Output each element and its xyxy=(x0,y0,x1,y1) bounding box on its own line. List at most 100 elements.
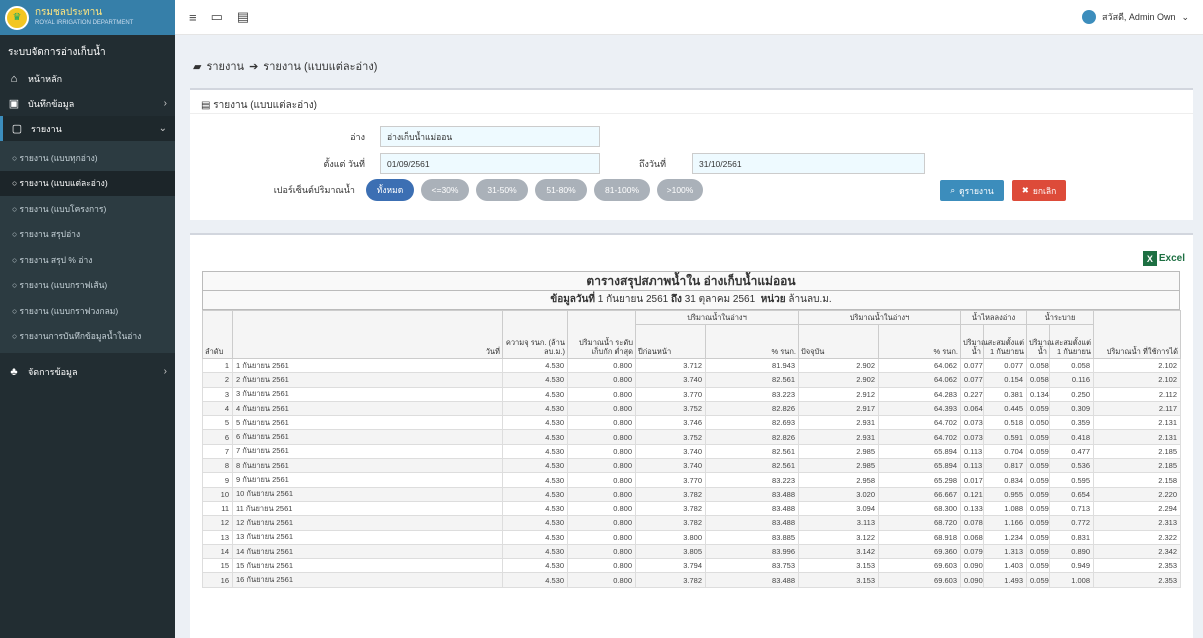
monitor-icon[interactable]: ▭ xyxy=(211,9,223,25)
table-cell: 83.488 xyxy=(705,572,799,588)
table-cell: 2.313 xyxy=(1093,515,1182,531)
table-cell: 0.800 xyxy=(567,400,636,417)
table-cell: 4.530 xyxy=(502,543,568,560)
users-icon: ♣ xyxy=(10,365,18,378)
home-icon: ⌂ xyxy=(10,72,18,85)
table-cell: 12 กันยายน 2561 xyxy=(232,515,503,531)
table-cell: 0.154 xyxy=(982,372,1028,388)
table-cell: 83.488 xyxy=(705,515,799,531)
submenu-report-each[interactable]: ○ รายงาน (แบบแต่ละอ่าง) xyxy=(0,170,175,196)
table-cell: 0.591 xyxy=(982,429,1028,445)
percent-filter-gt100[interactable]: >100% xyxy=(657,179,703,201)
table-cell: 0.381 xyxy=(982,386,1028,402)
table-cell: 0.059 xyxy=(1026,458,1051,474)
sidebar-item-manage[interactable]: ♣ จัดการข้อมูล › xyxy=(0,359,175,384)
to-date-input[interactable]: 31/10/2561 xyxy=(692,153,925,174)
breadcrumb-item[interactable]: รายงาน xyxy=(206,57,244,75)
from-date-input[interactable]: 01/09/2561 xyxy=(380,153,600,174)
percent-filter-31-50[interactable]: 31-50% xyxy=(476,179,528,201)
submenu-report-record[interactable]: ○ รายงานการบันทึกข้อมูลน้ำในอ่าง xyxy=(0,324,175,350)
table-cell: 3.142 xyxy=(798,543,879,560)
table-cell: 13 กันยายน 2561 xyxy=(232,529,503,545)
submenu-report-project[interactable]: ○ รายงาน (แบบโครงการ) xyxy=(0,196,175,222)
to-date-label: ถึงวันที่ xyxy=(639,158,666,169)
table-cell: 3.020 xyxy=(798,486,879,502)
table-cell: 3.153 xyxy=(798,558,879,574)
table-cell: 4.530 xyxy=(502,443,568,460)
table-cell: 1.008 xyxy=(1049,572,1095,588)
table-cell: 2.985 xyxy=(798,458,879,474)
cancel-button[interactable]: ✖ ยกเลิก xyxy=(1012,180,1066,201)
user-menu[interactable]: สวัสดี, Admin Own ⌄ xyxy=(1082,10,1189,24)
col-header-min-storage: ปริมาณน้ำ ระดับเก็บกัก ต่ำสุด xyxy=(567,310,636,359)
logo[interactable]: ♛ กรมชลประทาน ROYAL IRRIGATION DEPARTMEN… xyxy=(0,0,175,35)
table-cell: 0.058 xyxy=(1026,357,1051,374)
col-group-outflow: น้ำระบาย xyxy=(1026,310,1095,325)
table-cell: 83.488 xyxy=(705,486,799,502)
sidebar-item-record[interactable]: ▣ บันทึกข้อมูล › xyxy=(0,91,175,116)
table-cell: 3 กันยายน 2561 xyxy=(232,386,503,402)
col-header-usable: ปริมาณน้ำ ที่ใช้การได้ xyxy=(1093,310,1182,359)
chevron-right-icon: › xyxy=(163,98,167,109)
col-header-outflow: ปริมาณ น้ำ xyxy=(1026,324,1054,359)
table-cell: 81.943 xyxy=(705,357,799,374)
table-cell: 3.094 xyxy=(798,500,879,517)
sidebar-item-label: บันทึกข้อมูล xyxy=(28,98,75,109)
table-cell: 64.702 xyxy=(878,429,961,445)
sidebar-item-label: หน้าหลัก xyxy=(28,73,63,84)
submenu-report-line[interactable]: ○ รายงาน (แบบกราฟเส้น) xyxy=(0,273,175,299)
excel-export-button[interactable]: X Excel xyxy=(1142,251,1185,266)
user-name: สวัสดี, Admin Own xyxy=(1102,12,1176,22)
submenu-report-summary[interactable]: ○ รายงาน สรุปอ่าง xyxy=(0,222,175,248)
col-header-no: ลำดับ xyxy=(202,310,233,359)
table-cell: 0.058 xyxy=(1049,357,1095,374)
table-cell: 69.603 xyxy=(878,558,961,574)
table-cell: 83.223 xyxy=(705,386,799,402)
chevron-down-icon: ⌄ xyxy=(158,123,167,134)
table-cell: 0.704 xyxy=(982,443,1028,460)
table-cell: 0.059 xyxy=(1026,500,1051,517)
table-cell: 83.885 xyxy=(705,529,799,545)
table-cell: 68.918 xyxy=(878,529,961,545)
table-cell: 0.059 xyxy=(1026,443,1051,460)
table-cell: 4.530 xyxy=(502,458,568,474)
table-cell: 64.062 xyxy=(878,372,961,388)
percent-filter-all[interactable]: ทั้งหมด xyxy=(366,179,414,201)
col-header-current-pct: % รนก. xyxy=(878,324,961,359)
table-cell: 2.958 xyxy=(798,472,879,488)
table-cell: 3.122 xyxy=(798,529,879,545)
table-cell: 0.079 xyxy=(960,543,984,560)
percent-filter-51-80[interactable]: 51-80% xyxy=(535,179,587,201)
table-cell: 2.917 xyxy=(798,400,879,417)
table-cell: 10 กันยายน 2561 xyxy=(232,486,503,502)
table-cell: 82.693 xyxy=(705,415,799,431)
percent-filter-81-100[interactable]: 81-100% xyxy=(594,179,650,201)
table-cell: 2.342 xyxy=(1093,543,1182,560)
search-icon: ⌕ xyxy=(950,185,956,195)
submenu-report-all[interactable]: ○ รายงาน (แบบทุกอ่าง) xyxy=(0,145,175,171)
table-cell: 0.890 xyxy=(1049,543,1095,560)
submenu-report-pie[interactable]: ○ รายงาน (แบบกราฟวงกลม) xyxy=(0,298,175,324)
table-cell: 0.077 xyxy=(960,372,984,388)
dam-select[interactable]: อ่างเก็บน้ำแม่ออน xyxy=(380,126,600,147)
breadcrumb: ▰ รายงาน ➔ รายงาน (แบบแต่ละอ่าง) xyxy=(193,57,377,75)
table-cell: 7 xyxy=(202,443,233,460)
table-cell: 3.770 xyxy=(635,472,706,488)
table-cell: 0.518 xyxy=(982,415,1028,431)
submenu-report-percent[interactable]: ○ รายงาน สรุป % อ่าง xyxy=(0,247,175,273)
filter-panel-header: ▤ รายงาน (แบบแต่ละอ่าง) xyxy=(190,90,1193,114)
table-row: 33 กันยายน 2561 4.530 0.800 3.770 83.223 2.91… xyxy=(202,386,1182,402)
sidebar-item-home[interactable]: ⌂ หน้าหลัก xyxy=(0,66,175,91)
table-cell: 0.058 xyxy=(1026,372,1051,388)
document-icon[interactable]: ▤ xyxy=(237,9,249,25)
menu-toggle-icon[interactable]: ≡ xyxy=(189,10,197,25)
table-cell: 0.077 xyxy=(960,357,984,374)
arrow-right-icon: ➔ xyxy=(249,60,259,73)
table-cell: 0.073 xyxy=(960,415,984,431)
table-cell: 2.117 xyxy=(1093,400,1182,417)
sidebar-item-report[interactable]: ▢ รายงาน ⌄ xyxy=(0,116,175,141)
table-cell: 83.753 xyxy=(705,558,799,574)
table-cell: 0.949 xyxy=(1049,558,1095,574)
percent-filter-le30[interactable]: <=30% xyxy=(421,179,469,201)
view-report-button[interactable]: ⌕ ดูรายงาน xyxy=(940,180,1004,201)
